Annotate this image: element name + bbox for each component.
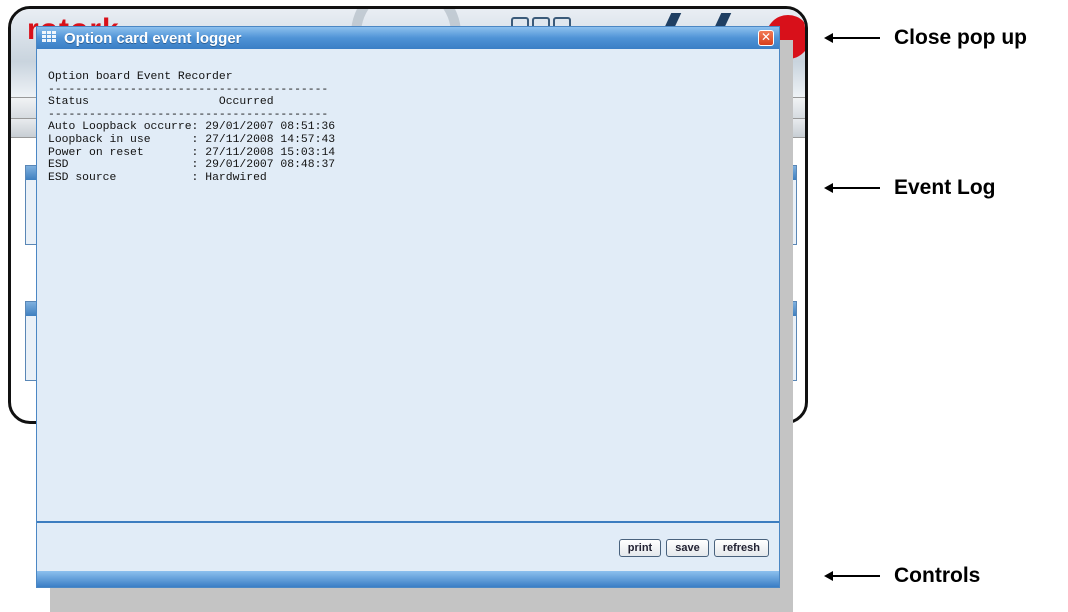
log-row-padding: : [68,159,206,172]
log-heading: Option board Event Recorder [48,71,233,83]
callout-label: Close pop up [894,26,1027,49]
log-row-occurred: 27/11/2008 14:57:43 [205,133,336,146]
print-button[interactable]: print [618,539,662,557]
callout-label: Controls [894,564,981,587]
grid-icon [42,31,58,45]
event-log-area: Option board Event Recorder ------------… [37,49,779,523]
log-row: ESD source : Hardwired [48,172,267,184]
log-row-status: ESD source [48,171,117,184]
log-row: Power on reset : 27/11/2008 15:03:14 [48,147,335,159]
log-row-status: Power on reset [48,146,144,159]
callout-event-log: Event Log [824,176,996,200]
arrow-left-icon [824,183,880,193]
log-row-status: Auto Loopback occurre [48,121,192,134]
event-log-text: Option board Event Recorder ------------… [48,71,335,184]
log-row-occurred: 29/01/2007 08:51:36 [205,121,336,134]
log-row-padding: : [143,146,206,159]
popup-title: Option card event logger [64,29,242,47]
log-row: ESD : 29/01/2007 08:48:37 [48,159,335,171]
column-status: Status [48,96,90,109]
callout-controls: Controls [824,564,981,588]
log-rows: Auto Loopback occurre: 29/01/2007 08:51:… [48,121,335,183]
arrow-left-icon [824,33,880,43]
log-row-padding: : [191,121,206,134]
log-row: Auto Loopback occurre: 29/01/2007 08:51:… [48,121,335,133]
log-row-padding: : [116,171,206,184]
close-icon[interactable]: ✕ [758,30,774,46]
event-logger-popup: Option card event logger ✕ Option board … [36,26,780,588]
popup-bottom-bar [37,571,779,587]
log-row-status: Loopback in use [48,133,151,146]
column-occurred: Occurred [218,96,274,109]
log-separator: ----------------------------------------… [48,108,329,121]
log-row: Loopback in use : 27/11/2008 14:57:43 [48,134,335,146]
log-row-occurred: 27/11/2008 15:03:14 [205,146,336,159]
log-row-occurred: Hardwired [205,171,267,184]
save-button[interactable]: save [666,539,709,557]
log-row-occurred: 29/01/2007 08:48:37 [205,159,336,172]
controls-bar: print save refresh [618,539,769,557]
callout-label: Event Log [894,176,996,199]
arrow-left-icon [824,571,880,581]
log-row-padding: : [150,133,206,146]
refresh-button[interactable]: refresh [713,539,769,557]
log-separator: ----------------------------------------… [48,83,329,96]
callout-close-popup: Close pop up [824,26,1027,50]
popup-title-bar[interactable]: Option card event logger ✕ [37,27,779,49]
log-row-status: ESD [48,159,69,172]
